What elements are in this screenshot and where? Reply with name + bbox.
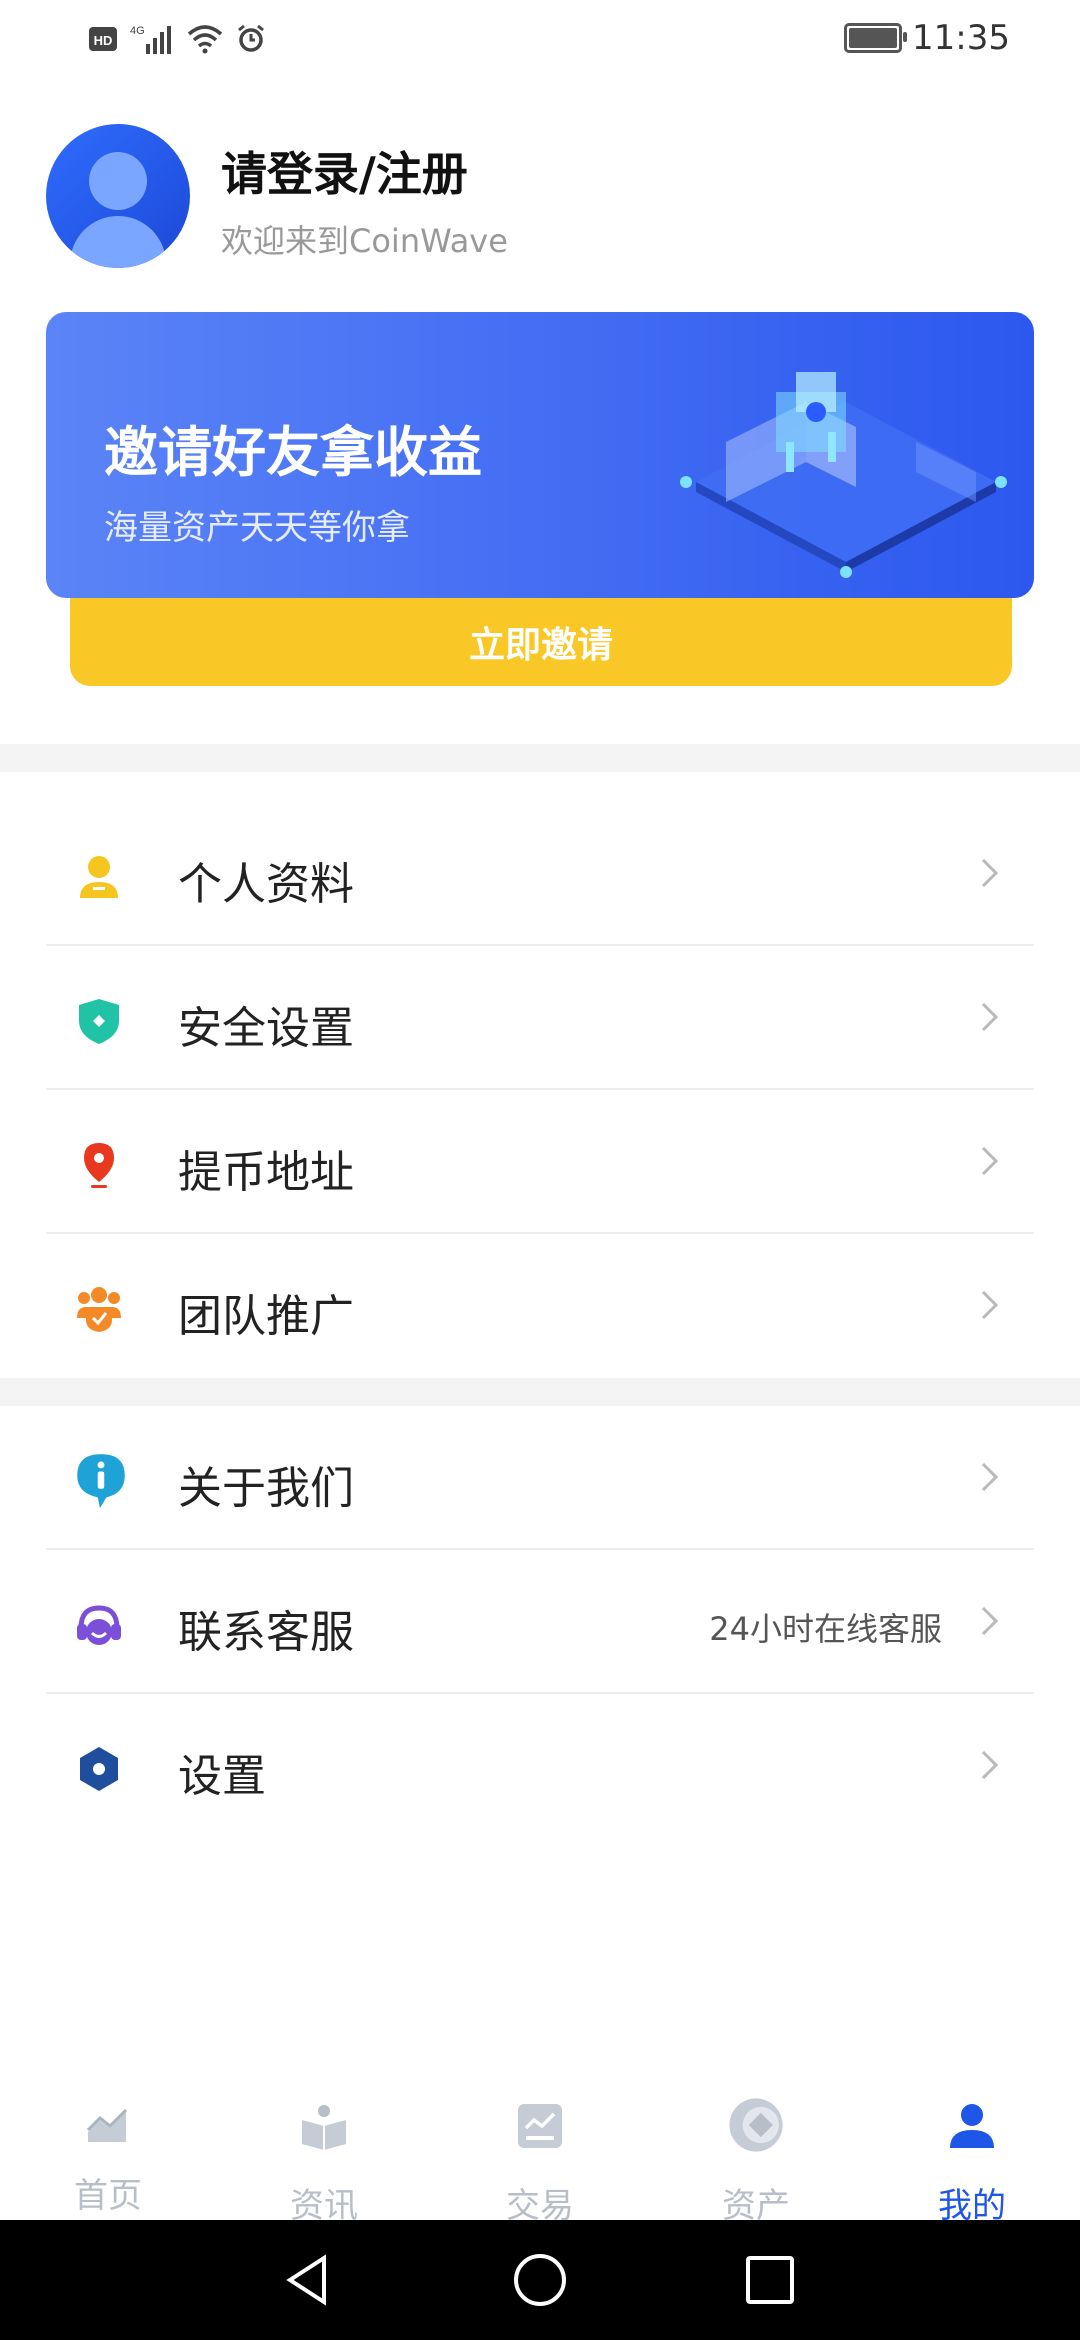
shield-icon — [79, 999, 119, 1044]
home-icon[interactable] — [510, 2250, 570, 2310]
chevron-right-icon — [981, 1290, 999, 1320]
menu-label: 团队推广 — [178, 1291, 354, 1342]
menu-item-security[interactable]: 安全设置 — [46, 946, 1034, 1090]
menu-label: 安全设置 — [178, 1003, 354, 1054]
profile-header[interactable]: 请登录/注册 欢迎来到CoinWave — [46, 124, 1036, 274]
back-icon[interactable] — [278, 2250, 338, 2310]
tab-home[interactable]: 首页 — [0, 2090, 216, 2220]
menu-label: 关于我们 — [178, 1463, 354, 1514]
banner-title: 邀请好友拿收益 — [104, 421, 482, 484]
menu-item-settings[interactable]: 设置 — [46, 1694, 1034, 1838]
settings-hex-icon — [80, 1747, 118, 1791]
menu-item-about-us[interactable]: 关于我们 — [46, 1406, 1034, 1550]
invite-now-button[interactable]: 立即邀请 — [70, 598, 1012, 686]
status-bar: HD 4G 11:35 — [0, 0, 1080, 80]
chart-trend-icon — [86, 2108, 128, 2142]
profile-icon — [950, 2104, 994, 2148]
recents-icon[interactable] — [740, 2250, 800, 2310]
chevron-right-icon — [981, 1002, 999, 1032]
section-divider — [0, 1378, 1080, 1406]
menu-item-profile[interactable]: 个人资料 — [46, 802, 1034, 946]
tab-mine[interactable]: 我的 — [864, 2090, 1080, 2226]
chevron-right-icon — [981, 1750, 999, 1780]
battery-icon — [844, 23, 908, 53]
svg-text:4G: 4G — [130, 25, 145, 37]
info-icon — [77, 1454, 125, 1508]
menu-label: 提币地址 — [178, 1147, 354, 1198]
user-icon — [80, 856, 118, 898]
banner-subtitle: 海量资产天天等你拿 — [104, 508, 410, 548]
tab-assets[interactable]: 资产 — [648, 2090, 864, 2226]
menu-label: 个人资料 — [178, 859, 354, 910]
headset-icon — [77, 1605, 121, 1645]
tab-news[interactable]: 资讯 — [216, 2090, 432, 2226]
support-hours-text: 24小时在线客服 — [709, 1610, 942, 1648]
system-navigation-bar — [0, 2220, 1080, 2340]
wifi-icon — [187, 25, 223, 54]
clock: 11:35 — [912, 18, 1010, 58]
invite-banner[interactable]: 邀请好友拿收益 海量资产天天等你拿 — [46, 312, 1034, 598]
alarm-icon — [238, 24, 264, 52]
menu-label: 联系客服 — [178, 1607, 354, 1658]
avatar[interactable] — [46, 124, 190, 268]
menu-label: 设置 — [178, 1751, 266, 1802]
section-divider — [0, 744, 1080, 772]
chevron-right-icon — [981, 1462, 999, 1492]
chevron-right-icon — [981, 1606, 999, 1636]
status-indicators: HD 4G — [88, 22, 266, 56]
signal-icon: 4G — [130, 25, 171, 54]
menu-item-withdraw-address[interactable]: 提币地址 — [46, 1090, 1034, 1234]
menu-item-team-promotion[interactable]: 团队推广 — [46, 1234, 1034, 1378]
news-book-icon — [302, 2105, 346, 2150]
team-icon — [77, 1287, 121, 1332]
svg-text:HD: HD — [94, 33, 113, 48]
trade-icon — [518, 2104, 562, 2148]
welcome-text: 欢迎来到CoinWave — [221, 222, 508, 260]
chevron-right-icon — [981, 1146, 999, 1176]
location-pin-icon — [84, 1143, 114, 1188]
banner-illustration — [680, 372, 1007, 578]
chevron-right-icon — [981, 858, 999, 888]
tab-label: 首页 — [74, 2176, 142, 2216]
tab-trade[interactable]: 交易 — [432, 2090, 648, 2226]
menu-item-contact-support[interactable]: 联系客服 24小时在线客服 — [46, 1550, 1034, 1694]
hd-icon: HD — [89, 27, 117, 51]
coin-icon — [729, 2098, 783, 2152]
bottom-tab-bar: 首页 资讯 交易 资产 我的 — [0, 2070, 1080, 2226]
login-register-link[interactable]: 请登录/注册 — [221, 138, 468, 204]
status-right: 11:35 — [844, 18, 1010, 58]
